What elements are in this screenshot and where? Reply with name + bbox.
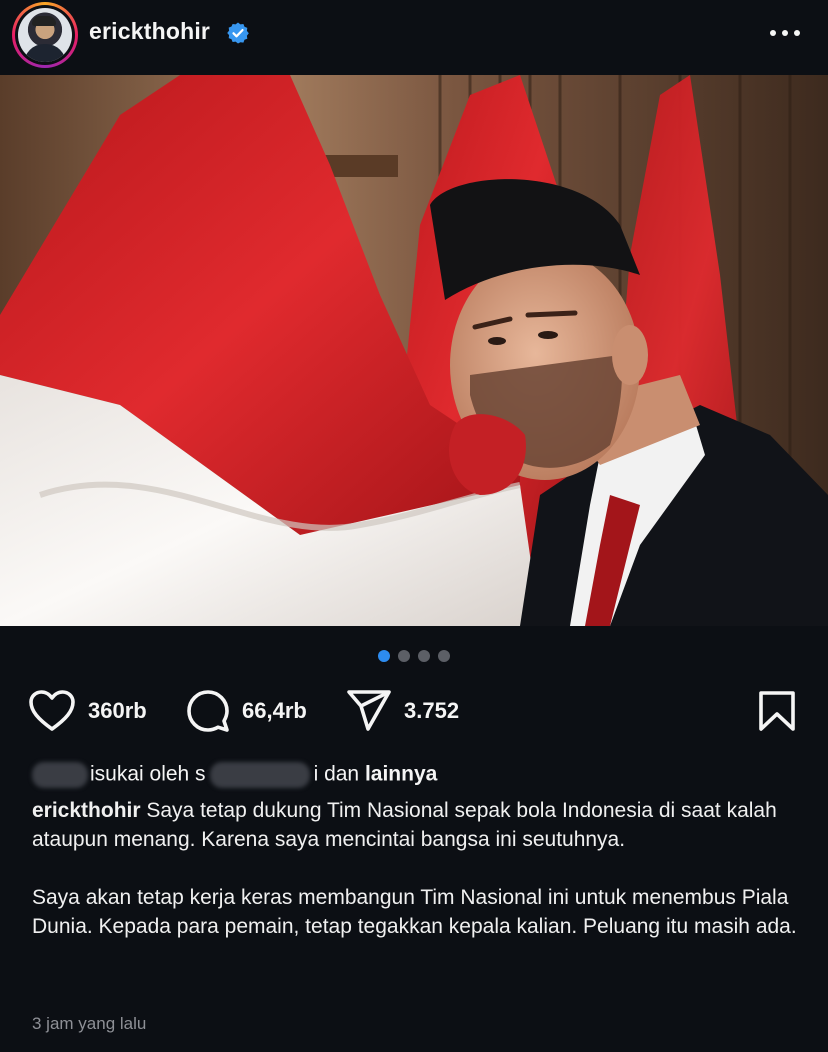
- share-icon: [347, 690, 391, 731]
- caption-text-2: Saya akan tetap kerja keras membangun Ti…: [32, 886, 797, 938]
- post-timestamp: 3 jam yang lalu: [32, 1014, 147, 1033]
- comment-button[interactable]: 66,4rb: [186, 686, 307, 736]
- action-bar: 360rb 66,4rb 3.752: [0, 686, 828, 736]
- heart-icon: [29, 690, 75, 731]
- bookmark-icon: [759, 691, 795, 731]
- story-ring[interactable]: [12, 2, 78, 68]
- redacted-avatar: [32, 762, 88, 788]
- caption-text-1: Saya tetap dukung Tim Nasional sepak bol…: [32, 799, 777, 851]
- others-link[interactable]: lainnya: [365, 763, 437, 786]
- like-button[interactable]: 360rb: [28, 686, 147, 736]
- share-count[interactable]: 3.752: [404, 698, 459, 724]
- comment-count[interactable]: 66,4rb: [242, 698, 307, 724]
- save-button[interactable]: [758, 690, 796, 737]
- post-header: erickthohir: [0, 0, 828, 72]
- caption-author[interactable]: erickthohir: [32, 799, 141, 822]
- caption: erickthohir Saya tetap dukung Tim Nasion…: [32, 796, 802, 941]
- liked-by-line[interactable]: isukai oleh si dan lainnya: [32, 762, 437, 788]
- carousel-dot: [438, 650, 450, 662]
- redacted-username: [209, 762, 310, 788]
- carousel-dot: [418, 650, 430, 662]
- more-options-button[interactable]: [768, 22, 802, 44]
- carousel-dot-active: [378, 650, 390, 662]
- carousel-indicator: [378, 650, 450, 662]
- username[interactable]: erickthohir: [89, 18, 210, 45]
- verified-icon: [227, 22, 249, 44]
- more-icon: [770, 30, 776, 36]
- post-image[interactable]: [0, 75, 828, 626]
- carousel-dot: [398, 650, 410, 662]
- like-count[interactable]: 360rb: [88, 698, 147, 724]
- share-button[interactable]: 3.752: [346, 686, 459, 736]
- avatar[interactable]: [18, 8, 72, 62]
- comment-icon: [187, 690, 229, 732]
